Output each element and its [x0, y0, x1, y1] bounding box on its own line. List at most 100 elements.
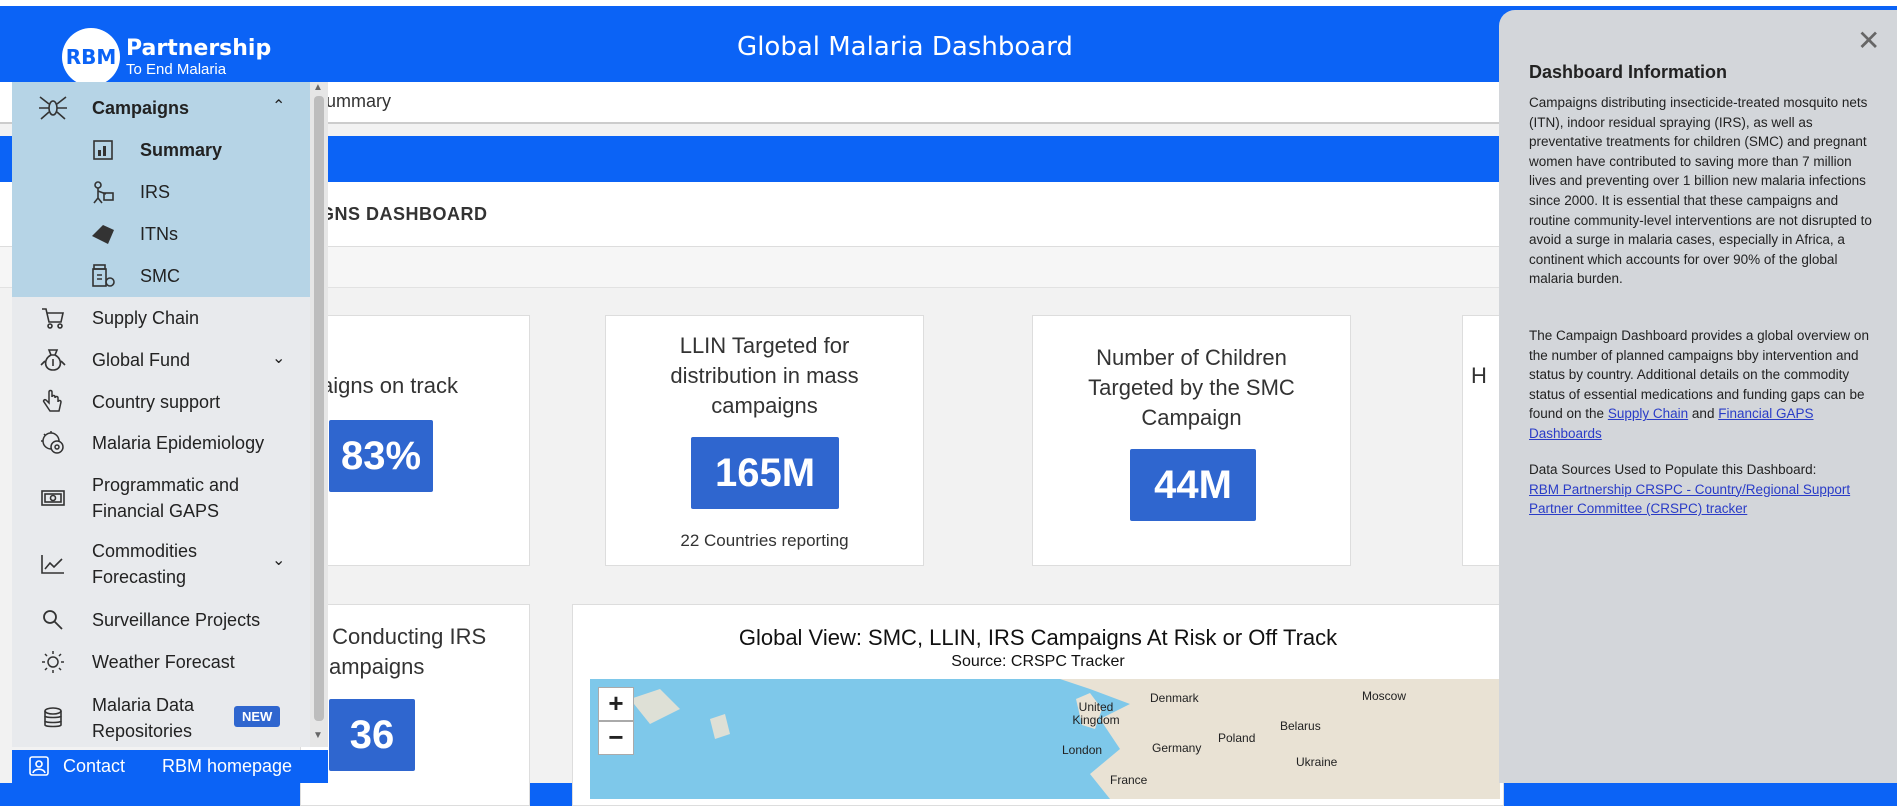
- sidebar-item-summary[interactable]: Summary: [12, 134, 310, 166]
- sun-icon: [36, 647, 70, 677]
- sidebar-item-label: Surveillance Projects: [92, 610, 261, 630]
- panel-paragraph-3: Data Sources Used to Populate this Dashb…: [1529, 460, 1877, 519]
- scrollbar-thumb[interactable]: [314, 96, 324, 721]
- money-bag-icon: [36, 345, 70, 375]
- breadcrumb-text: ummary: [326, 91, 392, 111]
- chevron-down-icon: ⌄: [272, 552, 286, 569]
- search-icon: [36, 605, 70, 635]
- map-label-moscow: Moscow: [1362, 689, 1407, 703]
- kpi-title-line2: distribution in mass: [670, 363, 859, 388]
- kpi-title: aigns on track: [321, 373, 458, 398]
- kpi-card-smc-children: Number of Children Targeted by the SMC C…: [1032, 315, 1351, 566]
- sidebar-item-label: SMC: [140, 266, 180, 286]
- sidebar-item-label: IRS: [140, 182, 171, 202]
- kpi-title-line2: ampaigns: [329, 654, 425, 679]
- dashboard-info-panel: ✕ Dashboard Information Campaigns distri…: [1499, 10, 1897, 783]
- kpi-value: 83%: [329, 420, 433, 492]
- map-label-belarus: Belarus: [1280, 719, 1321, 733]
- map-card: Global View: SMC, LLIN, IRS Campaigns At…: [572, 604, 1504, 806]
- map-label-denmark: Denmark: [1150, 691, 1199, 705]
- map-title: Global View: SMC, LLIN, IRS Campaigns At…: [738, 625, 1338, 650]
- sidebar-item-label-line1: Commodities: [92, 541, 198, 561]
- countries-count: 22: [680, 531, 700, 550]
- sidebar-item-financial-gaps[interactable]: Programmatic and Financial GAPS: [12, 472, 310, 524]
- kpi-value: 36: [329, 699, 415, 771]
- panel-paragraph-2: The Campaign Dashboard provides a global…: [1529, 326, 1877, 444]
- sidebar-item-smc[interactable]: SMC: [12, 260, 310, 292]
- kpi-value: 165M: [691, 437, 839, 509]
- supply-chain-link[interactable]: Supply Chain: [1608, 406, 1688, 421]
- scroll-down-arrow-icon[interactable]: ▼: [313, 730, 323, 741]
- database-icon: [36, 703, 70, 733]
- sidebar-item-weather-forecast[interactable]: Weather Forecast: [12, 646, 310, 678]
- sidebar-item-supply-chain[interactable]: Supply Chain: [12, 302, 310, 334]
- kpi-value: 44M: [1130, 449, 1256, 521]
- countries-label: Countries reporting: [704, 531, 849, 550]
- sidebar-item-malaria-epidemiology[interactable]: Malaria Epidemiology: [12, 427, 310, 459]
- sidebar-menu: Campaigns ⌃ Summary IRS ITNs SMC Supply …: [12, 82, 310, 747]
- net-icon: [86, 219, 120, 249]
- map-label-germany: Germany: [1152, 741, 1202, 755]
- sidebar-item-itns[interactable]: ITNs: [12, 218, 310, 250]
- chevron-down-icon: ⌄: [272, 350, 286, 367]
- panel-paragraph-1: Campaigns distributing insecticide-treat…: [1529, 95, 1872, 287]
- kpi-title-line3: Campaign: [1141, 405, 1242, 430]
- close-icon[interactable]: ✕: [1857, 24, 1880, 57]
- sidebar-item-label-line2: Repositories: [92, 721, 193, 741]
- sidebar-item-global-fund[interactable]: Global Fund ⌄: [12, 344, 310, 376]
- kpi-footer: 22 Countries reporting: [606, 531, 923, 551]
- medicine-icon: [86, 261, 120, 291]
- virus-icon: [36, 428, 70, 458]
- sidebar-item-commodities-forecasting[interactable]: Commodities Forecasting ⌄: [12, 538, 310, 590]
- cash-icon: [36, 483, 70, 513]
- summary-icon: [86, 135, 120, 165]
- kpi-title-line1: Number of Children: [1096, 345, 1287, 370]
- sidebar-item-label: Global Fund: [92, 350, 191, 370]
- logo-tagline: To End Malaria: [126, 60, 227, 78]
- sidebar-item-label-line2: Financial GAPS: [92, 501, 220, 521]
- chart-icon: [36, 549, 70, 579]
- contact-link[interactable]: Contact: [63, 756, 125, 777]
- world-map[interactable]: + − Denmark Moscow United Kingdom Belaru…: [590, 679, 1500, 799]
- panel-title: Dashboard Information: [1529, 62, 1728, 82]
- sidebar-item-malaria-data-repositories[interactable]: Malaria Data Repositories NEW: [12, 692, 310, 744]
- sidebar-item-country-support[interactable]: Country support: [12, 386, 310, 418]
- sidebar-item-label: Malaria Epidemiology: [92, 433, 265, 453]
- section-heading: GNS DASHBOARD: [320, 204, 488, 224]
- sidebar-item-label: Summary: [140, 140, 223, 160]
- kpi-title-line1: LLIN Targeted for: [679, 333, 850, 358]
- kpi-title-line3: campaigns: [711, 393, 818, 418]
- map-subtitle: Source: CRSPC Tracker: [951, 653, 1125, 670]
- sidebar-item-surveillance-projects[interactable]: Surveillance Projects: [12, 604, 310, 636]
- zoom-in-button[interactable]: +: [598, 687, 634, 721]
- sidebar-item-label-line1: Malaria Data: [92, 695, 195, 715]
- map-label-london: London: [1062, 743, 1103, 757]
- data-sources-label: Data Sources Used to Populate this Dashb…: [1529, 462, 1817, 477]
- new-badge: NEW: [234, 706, 281, 727]
- scroll-up-arrow-icon[interactable]: ▲: [313, 82, 323, 93]
- sidebar-item-label-line2: Forecasting: [92, 567, 187, 587]
- kpi-card-llin-targeted: LLIN Targeted for distribution in mass c…: [605, 315, 924, 566]
- sidebar-footer: Contact RBM homepage: [12, 750, 328, 783]
- kpi-card-on-track: aigns on track 83%: [300, 315, 530, 566]
- top-strip: [0, 0, 1897, 6]
- map-label-france: France: [1110, 773, 1148, 787]
- contact-icon: [28, 755, 50, 782]
- mosquito-icon: [36, 93, 70, 123]
- kpi-card-irs-countries: s Conducting IRS ampaigns 36: [300, 604, 530, 806]
- sidebar-scrollbar[interactable]: ▲ ▼: [310, 82, 328, 747]
- sidebar-item-label: ITNs: [140, 224, 178, 244]
- chevron-up-icon: ⌃: [272, 98, 286, 115]
- sidebar-item-irs[interactable]: IRS: [12, 176, 310, 208]
- zoom-out-button[interactable]: −: [598, 721, 634, 755]
- sidebar-item-campaigns[interactable]: Campaigns ⌃: [12, 92, 310, 124]
- map-label-poland: Poland: [1218, 731, 1256, 745]
- kpi-title-line2: Targeted by the SMC: [1088, 375, 1295, 400]
- cart-icon: [36, 303, 70, 333]
- rbm-homepage-link[interactable]: RBM homepage: [162, 756, 292, 777]
- sidebar-item-label: Country support: [92, 392, 221, 412]
- sidebar-item-label: Campaigns: [92, 98, 190, 118]
- crspc-tracker-link[interactable]: RBM Partnership CRSPC - Country/Regional…: [1529, 482, 1850, 517]
- kpi-title-line1: s Conducting IRS: [315, 624, 487, 649]
- spray-icon: [86, 177, 120, 207]
